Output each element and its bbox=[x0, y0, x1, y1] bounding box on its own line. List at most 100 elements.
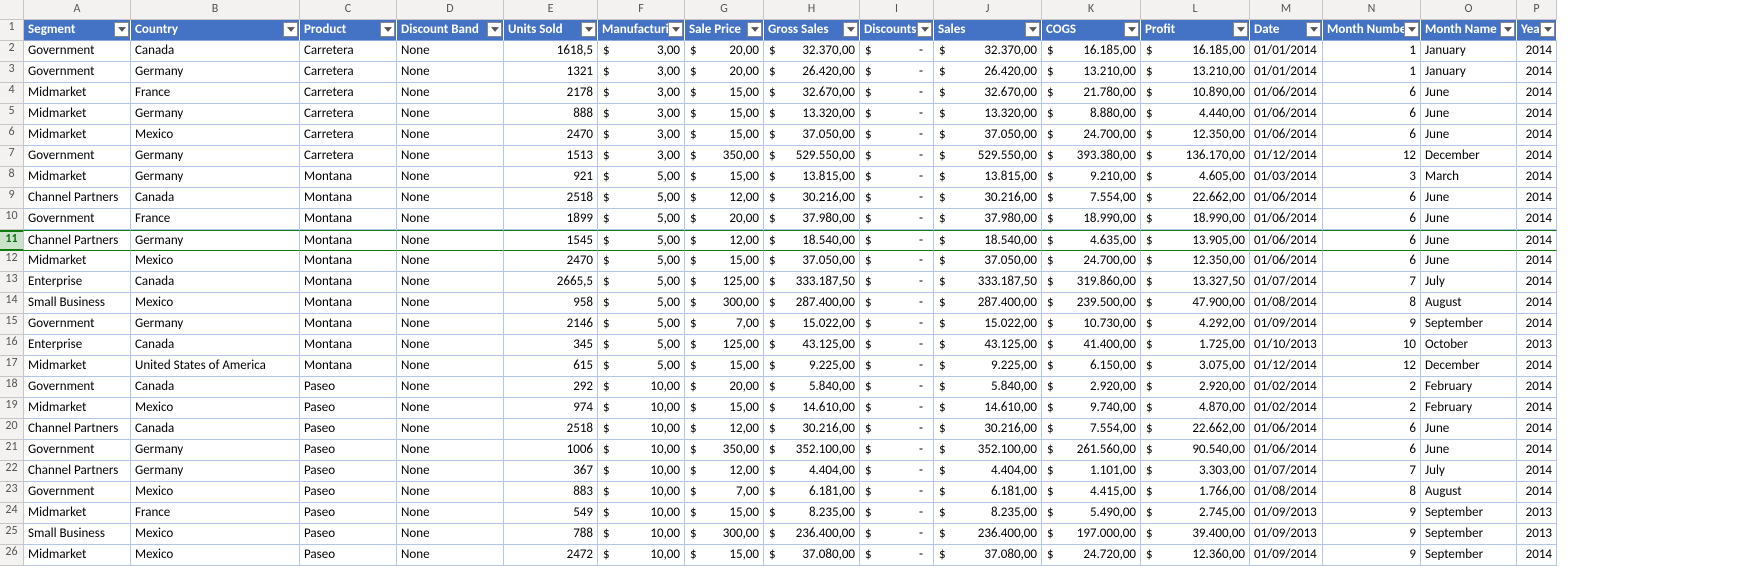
cell-manufacturing-price[interactable]: $3,00 bbox=[598, 62, 685, 83]
cell-sale-price[interactable]: $15,00 bbox=[685, 104, 764, 125]
cell-profit[interactable]: $13.905,00 bbox=[1141, 230, 1250, 251]
cell-profit[interactable]: $1.766,00 bbox=[1141, 482, 1250, 503]
cell-sales[interactable]: $236.400,00 bbox=[934, 524, 1042, 545]
cell-discount-band[interactable]: None bbox=[397, 251, 504, 272]
cell-year[interactable]: 2014 bbox=[1517, 272, 1557, 293]
cell-sale-price[interactable]: $20,00 bbox=[685, 41, 764, 62]
cell-cogs[interactable]: $197.000,00 bbox=[1042, 524, 1141, 545]
cell-discounts[interactable]: $- bbox=[860, 293, 934, 314]
cell-discount-band[interactable]: None bbox=[397, 545, 504, 566]
cell-units-sold[interactable]: 615 bbox=[504, 356, 598, 377]
cell-sale-price[interactable]: $15,00 bbox=[685, 83, 764, 104]
cell-month-number[interactable]: 6 bbox=[1323, 419, 1421, 440]
cell-manufacturing-price[interactable]: $5,00 bbox=[598, 230, 685, 251]
cell-sales[interactable]: $287.400,00 bbox=[934, 293, 1042, 314]
cell-sales[interactable]: $5.840,00 bbox=[934, 377, 1042, 398]
cell-product[interactable]: Carretera bbox=[300, 83, 397, 104]
cell-month-number[interactable]: 6 bbox=[1323, 104, 1421, 125]
cell-profit[interactable]: $2.920,00 bbox=[1141, 377, 1250, 398]
cell-month-number[interactable]: 6 bbox=[1323, 83, 1421, 104]
cell-country[interactable]: France bbox=[131, 209, 300, 230]
cell-discounts[interactable]: $- bbox=[860, 125, 934, 146]
cell-sales[interactable]: $14.610,00 bbox=[934, 398, 1042, 419]
cell-sales[interactable]: $32.370,00 bbox=[934, 41, 1042, 62]
cell-month-name[interactable]: December bbox=[1421, 146, 1517, 167]
row-header-3[interactable]: 3 bbox=[0, 62, 24, 83]
cell-year[interactable]: 2014 bbox=[1517, 146, 1557, 167]
filter-dropdown-button[interactable] bbox=[487, 22, 502, 37]
cell-discount-band[interactable]: None bbox=[397, 377, 504, 398]
filter-dropdown-button[interactable] bbox=[747, 22, 762, 37]
row-header-6[interactable]: 6 bbox=[0, 125, 24, 146]
filter-dropdown-button[interactable] bbox=[1124, 22, 1139, 37]
cell-discounts[interactable]: $- bbox=[860, 482, 934, 503]
cell-discount-band[interactable]: None bbox=[397, 524, 504, 545]
row-header-13[interactable]: 13 bbox=[0, 272, 24, 293]
cell-month-number[interactable]: 6 bbox=[1323, 209, 1421, 230]
cell-units-sold[interactable]: 1006 bbox=[504, 440, 598, 461]
cell-year[interactable]: 2014 bbox=[1517, 125, 1557, 146]
cell-product[interactable]: Paseo bbox=[300, 440, 397, 461]
cell-discount-band[interactable]: None bbox=[397, 398, 504, 419]
cell-segment[interactable]: Midmarket bbox=[24, 398, 131, 419]
cell-cogs[interactable]: $9.210,00 bbox=[1042, 167, 1141, 188]
table-header-country[interactable]: Country bbox=[131, 20, 300, 41]
cell-date[interactable]: 01/06/2014 bbox=[1250, 230, 1323, 251]
cell-year[interactable]: 2014 bbox=[1517, 419, 1557, 440]
cell-segment[interactable]: Midmarket bbox=[24, 83, 131, 104]
cell-gross-sales[interactable]: $37.050,00 bbox=[764, 251, 860, 272]
cell-discounts[interactable]: $- bbox=[860, 419, 934, 440]
cell-segment[interactable]: Enterprise bbox=[24, 335, 131, 356]
table-header-month-name[interactable]: Month Name bbox=[1421, 20, 1517, 41]
cell-sale-price[interactable]: $15,00 bbox=[685, 356, 764, 377]
cell-country[interactable]: Canada bbox=[131, 41, 300, 62]
cell-month-number[interactable]: 7 bbox=[1323, 461, 1421, 482]
cell-country[interactable]: Canada bbox=[131, 335, 300, 356]
cell-units-sold[interactable]: 2470 bbox=[504, 125, 598, 146]
cell-manufacturing-price[interactable]: $10,00 bbox=[598, 461, 685, 482]
column-header-A[interactable]: A bbox=[24, 0, 131, 20]
cell-profit[interactable]: $39.400,00 bbox=[1141, 524, 1250, 545]
cell-year[interactable]: 2014 bbox=[1517, 461, 1557, 482]
cell-gross-sales[interactable]: $5.840,00 bbox=[764, 377, 860, 398]
cell-profit[interactable]: $18.990,00 bbox=[1141, 209, 1250, 230]
row-header-19[interactable]: 19 bbox=[0, 398, 24, 419]
cell-profit[interactable]: $10.890,00 bbox=[1141, 83, 1250, 104]
table-header-gross-sales[interactable]: Gross Sales bbox=[764, 20, 860, 41]
cell-product[interactable]: Paseo bbox=[300, 503, 397, 524]
cell-month-number[interactable]: 6 bbox=[1323, 251, 1421, 272]
cell-sale-price[interactable]: $12,00 bbox=[685, 230, 764, 251]
cell-cogs[interactable]: $8.880,00 bbox=[1042, 104, 1141, 125]
cell-country[interactable]: Mexico bbox=[131, 398, 300, 419]
cell-country[interactable]: France bbox=[131, 503, 300, 524]
cell-segment[interactable]: Government bbox=[24, 314, 131, 335]
cell-month-name[interactable]: June bbox=[1421, 440, 1517, 461]
cell-product[interactable]: Montana bbox=[300, 314, 397, 335]
cell-units-sold[interactable]: 958 bbox=[504, 293, 598, 314]
cell-profit[interactable]: $47.900,00 bbox=[1141, 293, 1250, 314]
cell-month-number[interactable]: 6 bbox=[1323, 230, 1421, 251]
cell-country[interactable]: France bbox=[131, 83, 300, 104]
cell-product[interactable]: Carretera bbox=[300, 62, 397, 83]
cell-sales[interactable]: $352.100,00 bbox=[934, 440, 1042, 461]
cell-units-sold[interactable]: 1899 bbox=[504, 209, 598, 230]
cell-month-number[interactable]: 2 bbox=[1323, 377, 1421, 398]
cell-gross-sales[interactable]: $37.980,00 bbox=[764, 209, 860, 230]
cell-discount-band[interactable]: None bbox=[397, 41, 504, 62]
cell-year[interactable]: 2014 bbox=[1517, 251, 1557, 272]
cell-sale-price[interactable]: $15,00 bbox=[685, 503, 764, 524]
cell-manufacturing-price[interactable]: $5,00 bbox=[598, 293, 685, 314]
cell-gross-sales[interactable]: $14.610,00 bbox=[764, 398, 860, 419]
cell-sale-price[interactable]: $20,00 bbox=[685, 62, 764, 83]
cell-segment[interactable]: Small Business bbox=[24, 524, 131, 545]
row-header-10[interactable]: 10 bbox=[0, 209, 24, 230]
column-header-P[interactable]: P bbox=[1517, 0, 1557, 20]
column-header-D[interactable]: D bbox=[397, 0, 504, 20]
cell-segment[interactable]: Government bbox=[24, 440, 131, 461]
cell-product[interactable]: Carretera bbox=[300, 41, 397, 62]
cell-sales[interactable]: $26.420,00 bbox=[934, 62, 1042, 83]
filter-dropdown-button[interactable] bbox=[917, 22, 932, 37]
filter-dropdown-button[interactable] bbox=[114, 22, 129, 37]
cell-gross-sales[interactable]: $13.320,00 bbox=[764, 104, 860, 125]
cell-product[interactable]: Montana bbox=[300, 251, 397, 272]
